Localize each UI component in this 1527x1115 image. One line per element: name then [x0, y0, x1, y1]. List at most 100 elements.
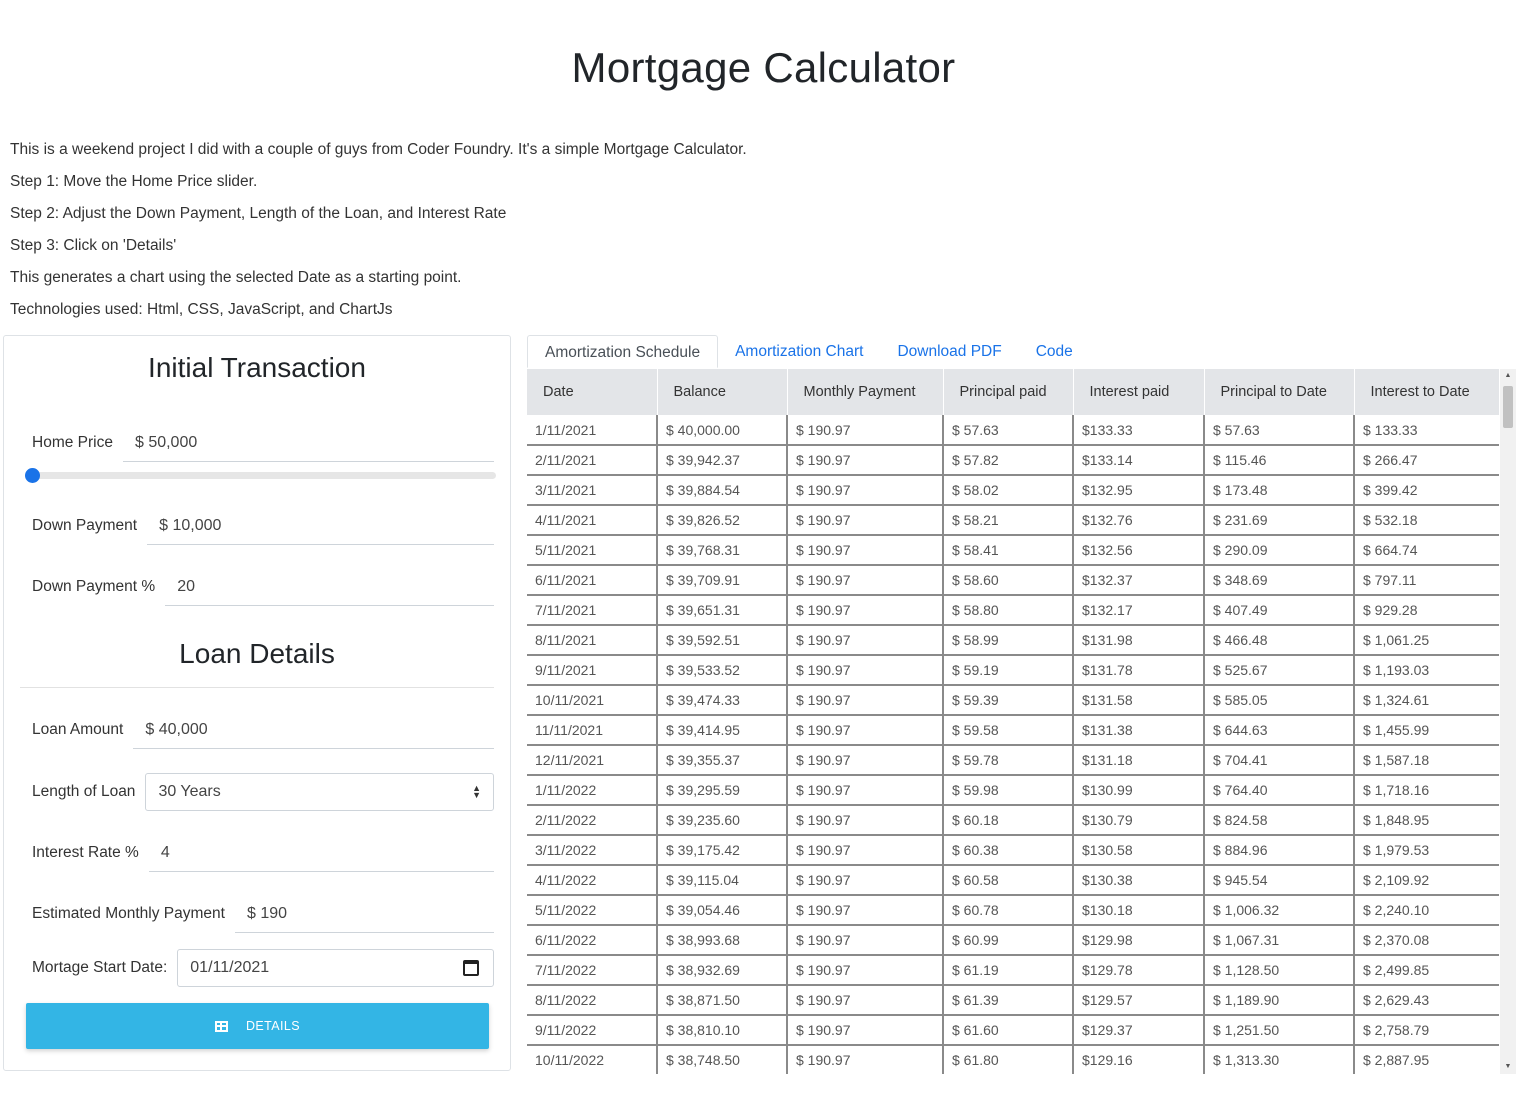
- amortization-table: Date Balance Monthly Payment Principal paid…: [527, 369, 1500, 1074]
- table-cell: $ 190.97: [787, 505, 944, 536]
- table-cell: $130.79: [1073, 805, 1205, 836]
- table-cell: 9/11/2022: [527, 1015, 658, 1046]
- table-cell: $ 61.80: [943, 1045, 1074, 1074]
- home-price-row: Home Price: [32, 423, 494, 463]
- table-cell: 6/11/2022: [527, 925, 658, 956]
- table-cell: $ 190.97: [787, 775, 944, 806]
- table-cell: $ 644.63: [1204, 715, 1355, 746]
- table-cell: $ 190.97: [787, 835, 944, 866]
- details-button[interactable]: Details: [26, 1003, 489, 1049]
- table-cell: 4/11/2022: [527, 865, 658, 896]
- table-cell: 7/11/2021: [527, 595, 658, 626]
- home-price-input[interactable]: [122, 424, 494, 462]
- table-cell: $ 39,884.54: [657, 475, 788, 506]
- monthly-payment-input[interactable]: [234, 895, 494, 933]
- table-cell: $ 190.97: [787, 985, 944, 1016]
- table-cell: $ 1,006.32: [1204, 895, 1355, 926]
- home-price-label: Home Price: [32, 434, 113, 451]
- table-cell: $ 58.60: [943, 565, 1074, 596]
- table-cell: $ 39,175.42: [657, 835, 788, 866]
- column-header: Interest paid: [1073, 369, 1205, 415]
- table-cell: 12/11/2021: [527, 745, 658, 776]
- table-cell: $ 38,810.10: [657, 1015, 788, 1046]
- table-cell: $ 1,979.53: [1354, 835, 1499, 866]
- loan-length-select[interactable]: 30 Years ▲ ▼: [145, 773, 494, 811]
- start-date-input[interactable]: 01/11/2021: [177, 949, 494, 987]
- table-cell: $ 190.97: [787, 895, 944, 926]
- column-header: Interest to Date: [1354, 369, 1500, 415]
- table-icon: [215, 1020, 228, 1032]
- table-cell: $132.17: [1073, 595, 1205, 626]
- table-row: 6/11/2021 $ 39,709.91 $ 190.97 $ 58.60 $132.…: [527, 565, 1499, 596]
- scroll-up-icon[interactable]: ▲: [1500, 369, 1516, 383]
- table-cell: $ 190.97: [787, 415, 944, 446]
- table-cell: $ 39,355.37: [657, 745, 788, 776]
- column-header: Principal to Date: [1204, 369, 1355, 415]
- table-cell: $ 231.69: [1204, 505, 1355, 536]
- table-cell: 1/11/2021: [527, 415, 658, 446]
- table-cell: $ 1,313.30: [1204, 1045, 1355, 1074]
- table-row: 3/11/2022 $ 39,175.42 $ 190.97 $ 60.38 $130.…: [527, 835, 1499, 866]
- table-cell: $ 190.97: [787, 595, 944, 626]
- table-cell: $ 884.96: [1204, 835, 1355, 866]
- table-cell: $132.37: [1073, 565, 1205, 596]
- table-cell: $133.33: [1073, 415, 1205, 446]
- down-payment-input[interactable]: [147, 507, 494, 545]
- table-cell: $ 1,718.16: [1354, 775, 1499, 806]
- table-cell: $ 2,240.10: [1354, 895, 1499, 926]
- calendar-icon[interactable]: [463, 960, 479, 976]
- table-cell: 8/11/2021: [527, 625, 658, 656]
- tab-code[interactable]: Code: [1019, 335, 1090, 368]
- slider-track: [26, 472, 496, 479]
- table-scrollbar[interactable]: ▲ ▼: [1500, 369, 1516, 1074]
- table-row: 1/11/2021 $ 40,000.00 $ 190.97 $ 57.63 $133.…: [527, 415, 1499, 446]
- table-cell: $ 407.49: [1204, 595, 1355, 626]
- table-cell: $ 190.97: [787, 475, 944, 506]
- scroll-down-icon[interactable]: ▼: [1500, 1060, 1516, 1074]
- table-cell: $ 58.21: [943, 505, 1074, 536]
- table-cell: $132.95: [1073, 475, 1205, 506]
- table-cell: 2/11/2021: [527, 445, 658, 476]
- table-row: 10/11/2022 $ 38,748.50 $ 190.97 $ 61.80 $129…: [527, 1045, 1499, 1074]
- monthly-payment-label: Estimated Monthly Payment: [32, 905, 225, 922]
- table-cell: $ 1,189.90: [1204, 985, 1355, 1016]
- table-cell: $ 664.74: [1354, 535, 1499, 566]
- table-cell: $ 532.18: [1354, 505, 1499, 536]
- table-cell: $ 39,651.31: [657, 595, 788, 626]
- table-cell: $ 58.80: [943, 595, 1074, 626]
- loan-length-value: 30 Years: [158, 783, 221, 800]
- table-cell: 3/11/2022: [527, 835, 658, 866]
- scroll-thumb[interactable]: [1503, 386, 1513, 428]
- column-header: Principal paid: [943, 369, 1074, 415]
- table-cell: $ 190.97: [787, 955, 944, 986]
- tab-download-pdf[interactable]: Download PDF: [880, 335, 1018, 368]
- table-cell: $ 58.99: [943, 625, 1074, 656]
- table-cell: $ 39,942.37: [657, 445, 788, 476]
- slider-thumb[interactable]: [25, 468, 40, 483]
- down-payment-pct-label: Down Payment %: [32, 578, 156, 595]
- table-cell: $ 929.28: [1354, 595, 1499, 626]
- column-header: Date: [527, 369, 658, 415]
- table-cell: $ 59.58: [943, 715, 1074, 746]
- loan-amount-input[interactable]: [133, 711, 494, 749]
- table-cell: $ 1,251.50: [1204, 1015, 1355, 1046]
- down-payment-pct-input[interactable]: [165, 568, 494, 606]
- table-cell: $ 466.48: [1204, 625, 1355, 656]
- table-cell: $ 290.09: [1204, 535, 1355, 566]
- details-button-label: Details: [246, 1019, 300, 1033]
- home-price-slider[interactable]: [25, 468, 496, 483]
- table-cell: $ 1,128.50: [1204, 955, 1355, 986]
- tab-amortization-chart[interactable]: Amortization Chart: [718, 335, 880, 368]
- loan-amount-label: Loan Amount: [32, 721, 124, 738]
- table-cell: 1/11/2022: [527, 775, 658, 806]
- tab-amortization-schedule[interactable]: Amortization Schedule: [527, 335, 719, 368]
- column-header: Balance: [657, 369, 788, 415]
- intro-line: This generates a chart using the selecte…: [10, 269, 462, 286]
- table-cell: $ 61.19: [943, 955, 1074, 986]
- table-row: 12/11/2021 $ 39,355.37 $ 190.97 $ 59.78 $131…: [527, 745, 1499, 776]
- table-cell: $131.98: [1073, 625, 1205, 656]
- interest-rate-input[interactable]: [148, 834, 494, 872]
- table-cell: $ 57.63: [943, 415, 1074, 446]
- table-cell: $131.38: [1073, 715, 1205, 746]
- table-row: 2/11/2022 $ 39,235.60 $ 190.97 $ 60.18 $130.…: [527, 805, 1499, 836]
